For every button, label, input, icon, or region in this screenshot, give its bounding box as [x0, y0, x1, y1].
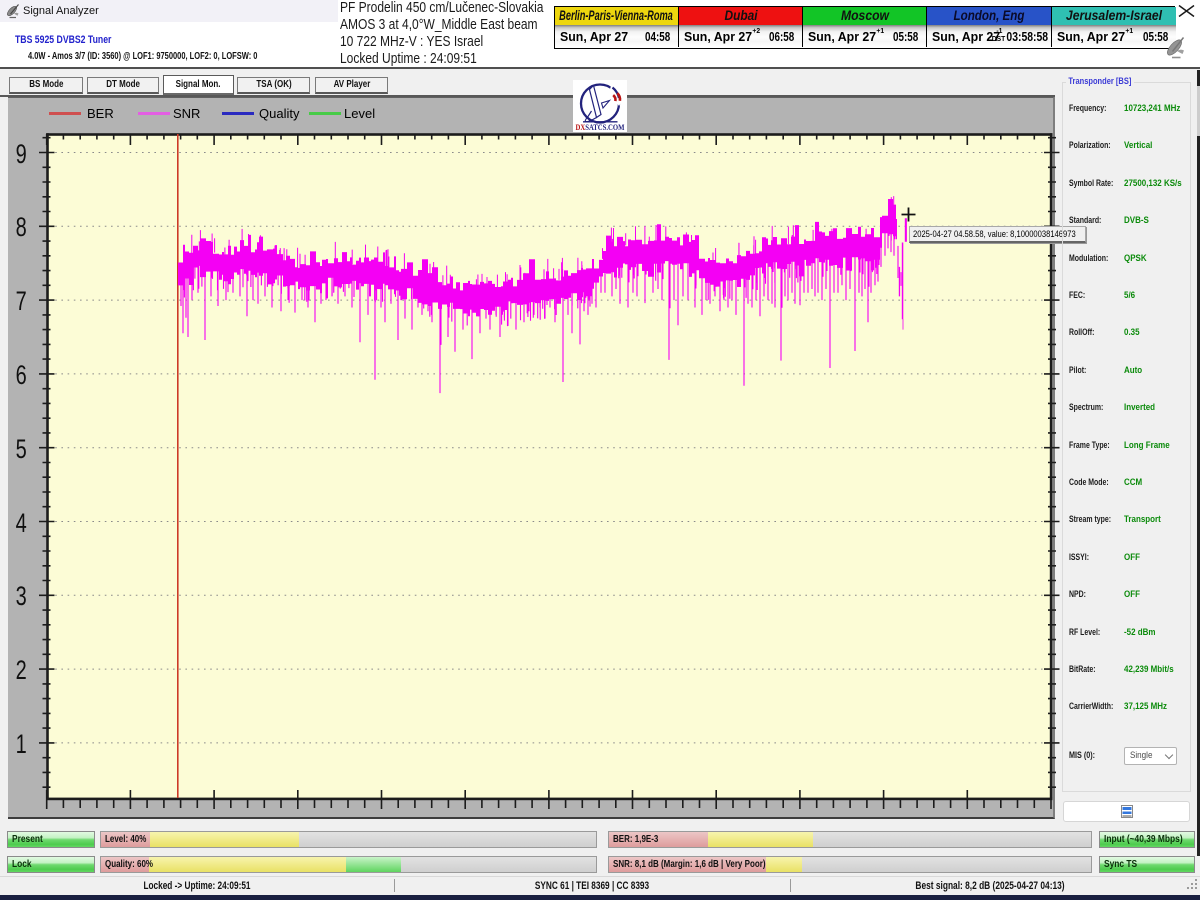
svg-text:DXSATCS.COM: DXSATCS.COM [576, 123, 625, 132]
